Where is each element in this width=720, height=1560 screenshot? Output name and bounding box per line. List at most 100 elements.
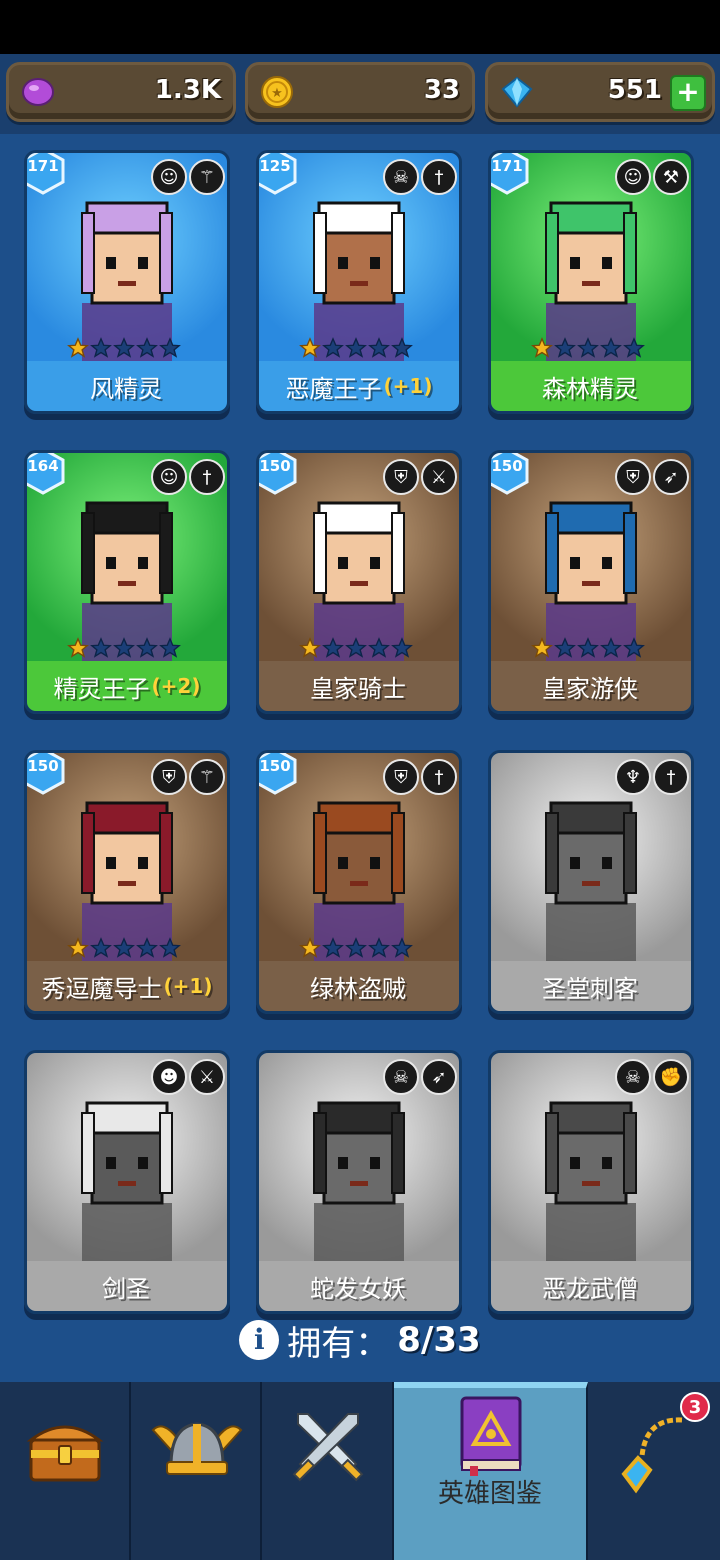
hero-bonus: (+1) <box>163 974 213 998</box>
hero-figure <box>545 201 637 363</box>
level-badge: 171 <box>491 153 529 195</box>
star-empty-icon <box>554 637 576 658</box>
hero-card[interactable]: 森林精灵 171 ☺ ⚒ <box>488 150 694 414</box>
tab-amulet[interactable]: 3 <box>588 1382 720 1560</box>
hero-figure <box>313 201 405 363</box>
add-gems-button[interactable]: + <box>670 75 706 111</box>
star-empty-icon <box>345 937 367 958</box>
hero-card[interactable]: 绿林盗贼 150 ⛨ † <box>256 750 462 1014</box>
tab-chest[interactable] <box>0 1382 131 1560</box>
star-rating <box>299 637 413 659</box>
dagger-icon: † <box>421 159 457 195</box>
hero-card[interactable]: 精灵王子 (+2) 164 ☺ † <box>24 450 230 714</box>
hero-name-bar: 皇家骑士 <box>259 661 459 711</box>
hero-card[interactable]: 风精灵 171 ☺ ⚚ <box>24 150 230 414</box>
gem-counter[interactable]: 551 + <box>485 62 715 122</box>
star-empty-icon <box>159 937 181 958</box>
hero-name: 皇家游侠 <box>542 674 638 703</box>
star-empty-icon <box>322 937 344 958</box>
hero-figure <box>545 801 637 963</box>
sword-icon: ⚔ <box>421 459 457 495</box>
level-value: 150 <box>491 457 523 475</box>
hero-card[interactable]: 圣堂刺客 ♆ † <box>488 750 694 1014</box>
winged-emblem-icon: ♆ <box>615 759 651 795</box>
star-filled-icon <box>67 637 89 658</box>
elf-head-icon: ☺ <box>151 159 187 195</box>
gold-coin-icon: ★ <box>261 76 293 108</box>
star-empty-icon <box>391 337 413 358</box>
star-empty-icon <box>136 637 158 658</box>
star-rating <box>531 337 645 359</box>
star-filled-icon <box>299 337 321 358</box>
star-empty-icon <box>345 637 367 658</box>
star-empty-icon <box>623 637 645 658</box>
level-badge: 150 <box>259 453 297 495</box>
bow-icon: ➶ <box>421 1059 457 1095</box>
level-badge: 125 <box>259 153 297 195</box>
level-value: 150 <box>259 757 291 775</box>
hero-name-bar: 恶魔王子 (+1) <box>259 361 459 411</box>
coin-counter[interactable]: ★ 33 <box>245 62 475 122</box>
star-empty-icon <box>600 337 622 358</box>
level-badge: 164 <box>27 453 65 495</box>
hero-name-bar: 绿林盗贼 <box>259 961 459 1011</box>
amulet-notification-badge: 3 <box>680 1392 710 1422</box>
level-value: 171 <box>491 157 523 175</box>
owned-count: 8/33 <box>397 1320 481 1360</box>
hero-name: 蛇发女妖 <box>310 1274 406 1303</box>
tab-codex[interactable]: 英雄图鉴 <box>394 1382 588 1560</box>
hero-card[interactable]: 蛇发女妖 ☠ ➶ <box>256 1050 462 1314</box>
star-empty-icon <box>322 337 344 358</box>
hero-figure <box>313 801 405 963</box>
hero-name: 风精灵 <box>90 374 162 403</box>
hero-name: 秀逗魔导士 <box>41 974 162 1003</box>
tab-heroes[interactable] <box>131 1382 262 1560</box>
hero-card[interactable]: 恶魔王子 (+1) 125 ☠ † <box>256 150 462 414</box>
star-filled-icon <box>299 637 321 658</box>
tab-battle[interactable] <box>262 1382 394 1560</box>
star-empty-icon <box>159 637 181 658</box>
hero-card[interactable]: 剑圣 ☻ ⚔ <box>24 1050 230 1314</box>
star-rating <box>67 937 181 959</box>
status-bar <box>0 0 720 54</box>
hero-book-icon <box>460 1396 522 1476</box>
hero-card[interactable]: 秀逗魔导士 (+1) 150 ⛨ ⚚ <box>24 750 230 1014</box>
star-empty-icon <box>90 637 112 658</box>
hero-card[interactable]: 皇家游侠 150 ⛨ ➶ <box>488 450 694 714</box>
demon-skull-icon: ☠ <box>383 1059 419 1095</box>
star-filled-icon <box>67 337 89 358</box>
star-rating <box>299 937 413 959</box>
star-filled-icon <box>299 937 321 958</box>
owned-label: 拥有： <box>287 1323 390 1364</box>
knight-helmet-icon: ⛨ <box>383 759 419 795</box>
hero-figure <box>81 201 173 363</box>
hammer-icon: ⚒ <box>653 159 689 195</box>
knight-helmet-icon: ⛨ <box>151 759 187 795</box>
star-empty-icon <box>600 637 622 658</box>
level-badge: 150 <box>259 753 297 795</box>
crossed-swords-icon <box>292 1413 364 1482</box>
star-empty-icon <box>113 337 135 358</box>
hero-figure <box>81 1101 173 1263</box>
level-badge: 150 <box>27 753 65 795</box>
hero-figure <box>545 501 637 663</box>
star-empty-icon <box>90 337 112 358</box>
hero-card[interactable]: 皇家骑士 150 ⛨ ⚔ <box>256 450 462 714</box>
hero-name: 绿林盗贼 <box>310 974 406 1003</box>
star-rating <box>67 337 181 359</box>
level-value: 171 <box>27 157 59 175</box>
svg-text:★: ★ <box>271 86 283 101</box>
star-filled-icon <box>531 637 553 658</box>
elixir-counter[interactable]: 1.3K <box>6 62 236 122</box>
bow-icon: ➶ <box>653 459 689 495</box>
star-empty-icon <box>136 337 158 358</box>
info-icon[interactable]: i <box>239 1320 280 1360</box>
bottom-nav: 英雄图鉴 3 <box>0 1382 720 1560</box>
coin-value: 33 <box>423 75 460 105</box>
hero-figure <box>313 1101 405 1263</box>
hero-figure <box>81 801 173 963</box>
star-empty-icon <box>113 937 135 958</box>
star-empty-icon <box>136 937 158 958</box>
gem-value: 551 <box>607 75 662 105</box>
hero-card[interactable]: 恶龙武僧 ☠ ✊ <box>488 1050 694 1314</box>
